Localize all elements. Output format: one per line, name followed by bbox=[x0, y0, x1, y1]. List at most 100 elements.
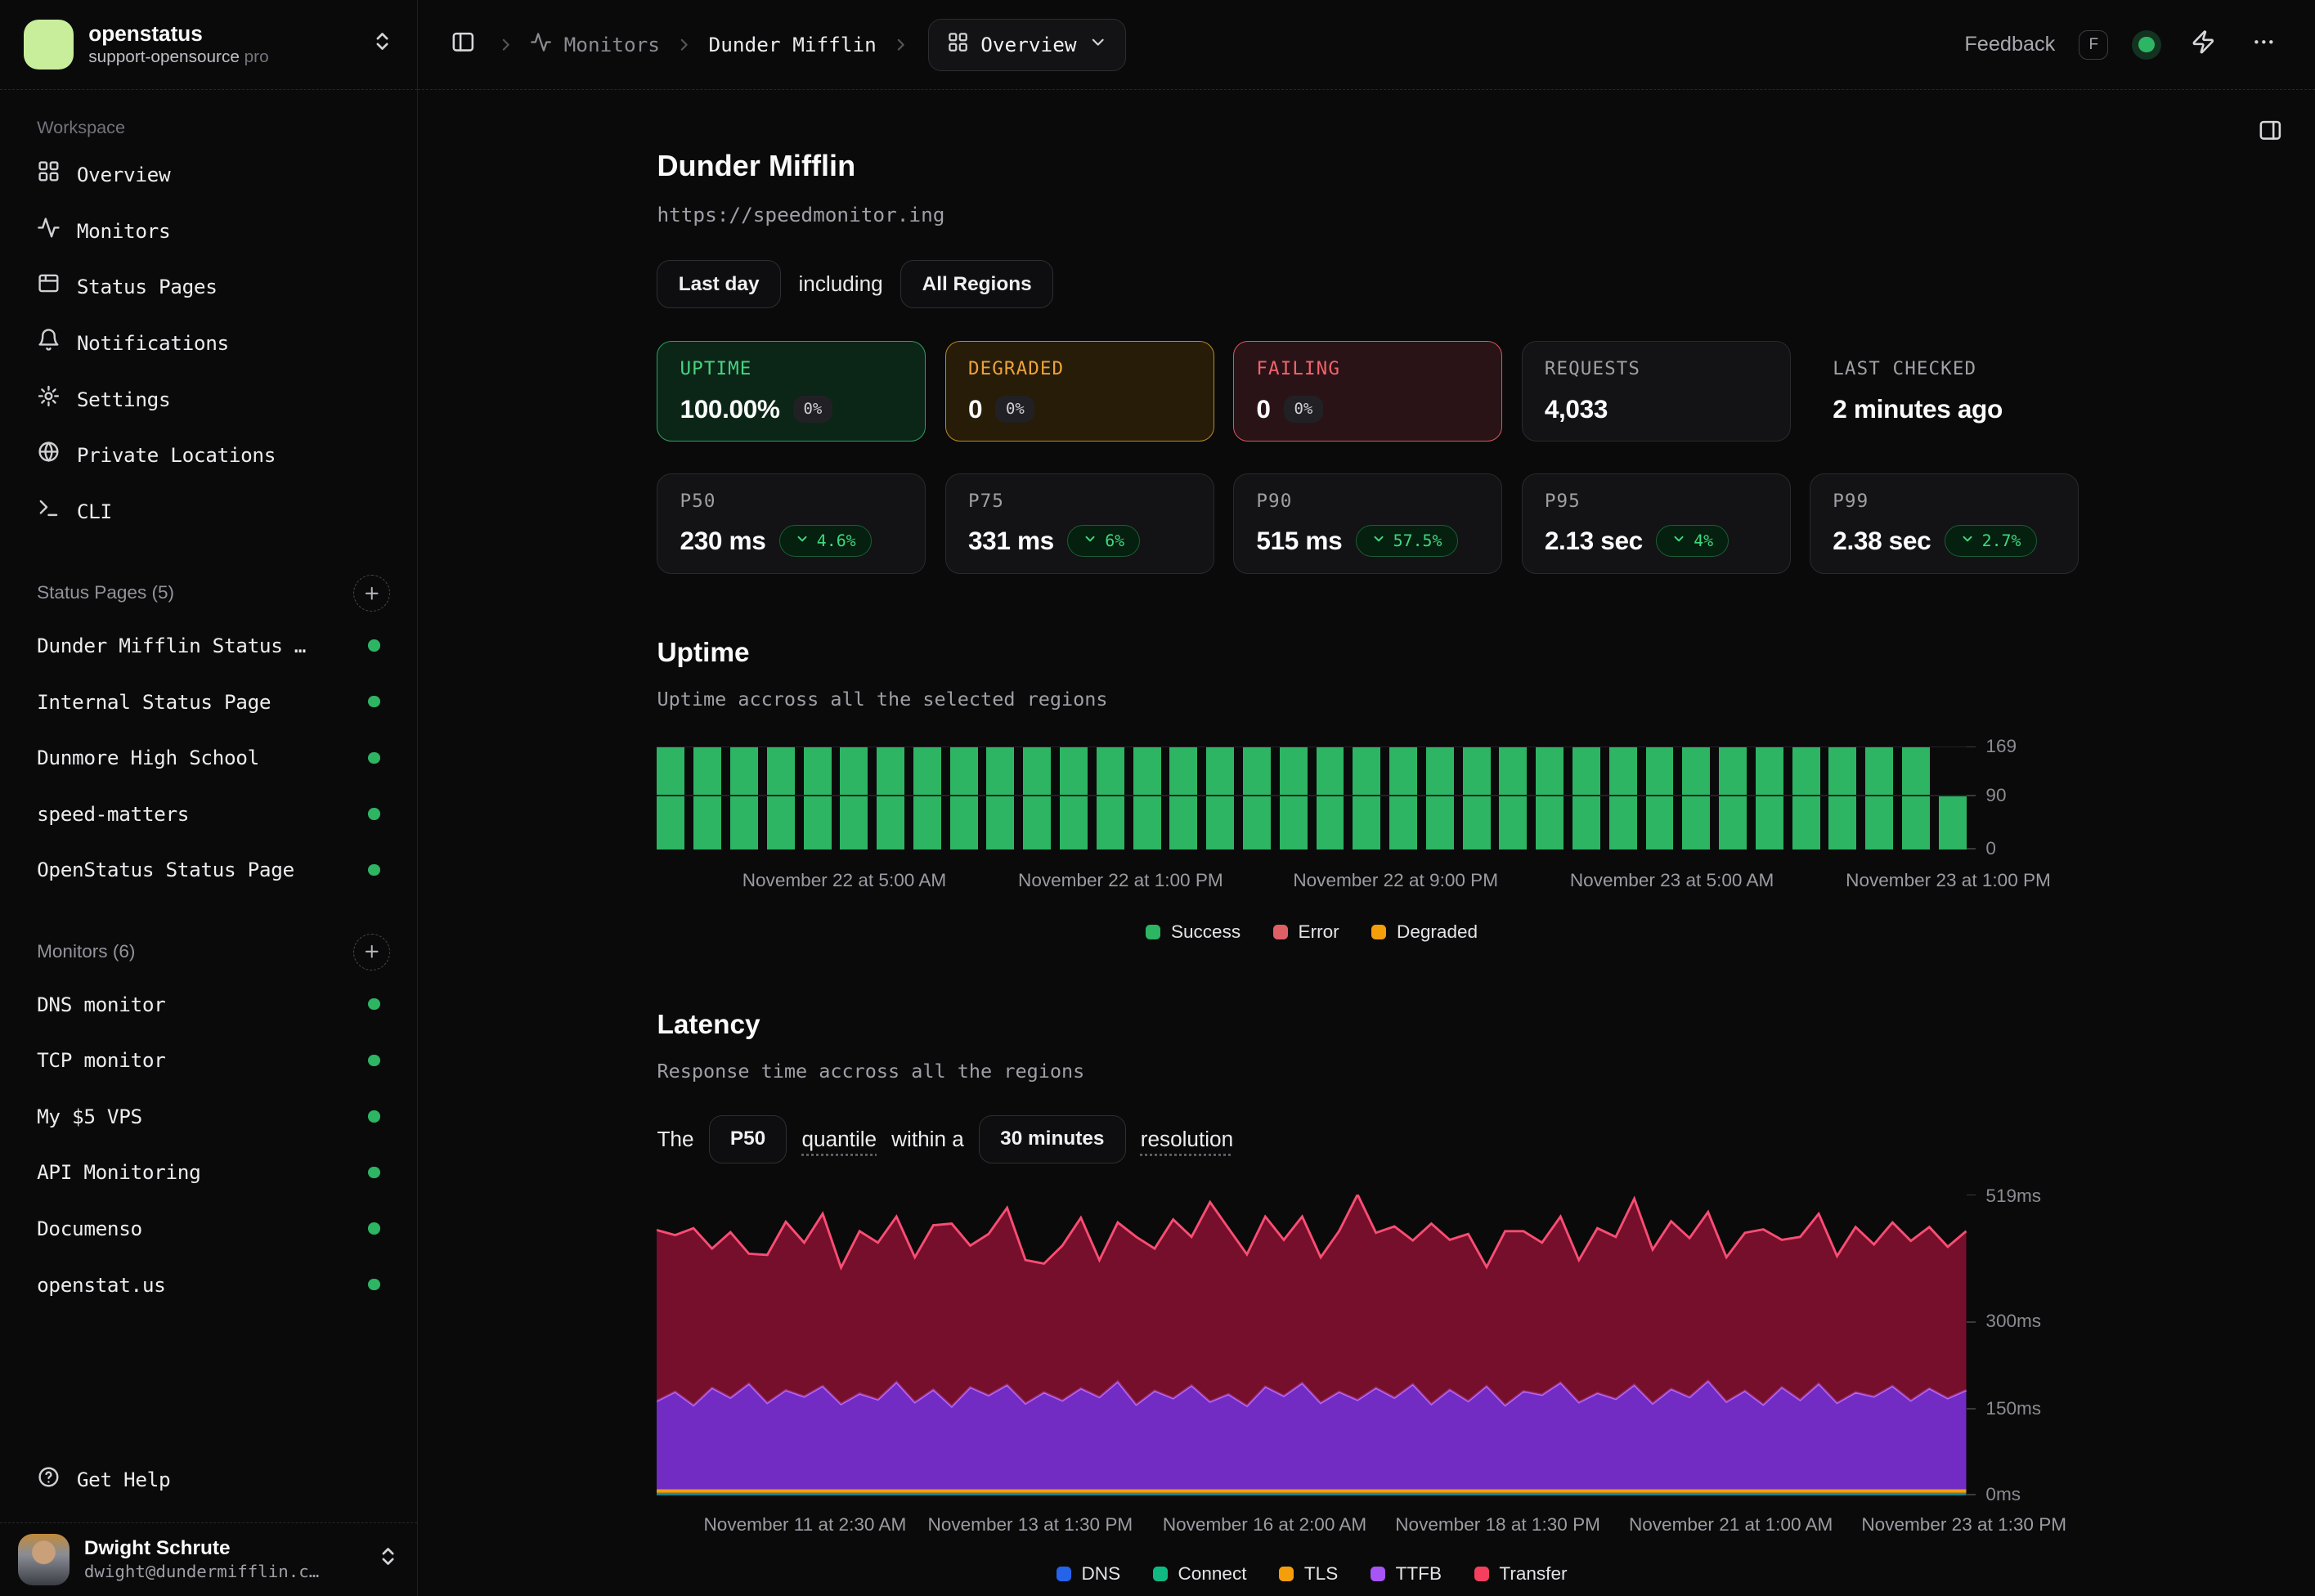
resolution-select[interactable]: 30 minutes bbox=[979, 1115, 1126, 1163]
monitor-item[interactable]: TCP monitor bbox=[24, 1033, 393, 1089]
status-dot bbox=[368, 1222, 379, 1234]
add-status-page-button[interactable] bbox=[353, 575, 390, 612]
nav-section-label: Workspace bbox=[37, 117, 393, 138]
uptime-bar bbox=[1902, 746, 1930, 850]
plan-badge: pro bbox=[245, 47, 269, 66]
uptime-bar-plot[interactable] bbox=[657, 746, 1967, 850]
legend-item: Error bbox=[1273, 921, 1339, 943]
sidebar-item-overview[interactable]: Overview bbox=[24, 146, 393, 203]
regions-button[interactable]: All Regions bbox=[900, 260, 1053, 308]
monitor-url: https://speedmonitor.ing bbox=[657, 203, 2079, 226]
sidebar-item-status-pages[interactable]: Status Pages bbox=[24, 259, 393, 316]
uptime-bar bbox=[877, 746, 904, 850]
uptime-bar bbox=[767, 746, 795, 850]
uptime-bar bbox=[1317, 746, 1344, 850]
uptime-bar bbox=[1023, 746, 1051, 850]
p50-card: P50 230 ms 4.6% bbox=[657, 473, 926, 574]
chevron-right-icon bbox=[496, 35, 515, 54]
filters-row: Last day including All Regions bbox=[657, 260, 2079, 308]
latency-area-plot[interactable] bbox=[657, 1195, 1967, 1495]
monitor-item[interactable]: openstat.us bbox=[24, 1257, 393, 1313]
uptime-bar bbox=[657, 746, 684, 850]
status-dot bbox=[368, 1167, 379, 1178]
sidebar-item-label: Private Locations bbox=[77, 443, 276, 467]
trend-badge: 2.7% bbox=[1945, 525, 2037, 557]
uptime-y-axis: 169 90 0 bbox=[1967, 746, 2079, 850]
chevrons-up-down-icon bbox=[377, 1545, 399, 1574]
status-page-item[interactable]: speed-matters bbox=[24, 786, 393, 842]
uptime-chart: 169 90 0 bbox=[657, 746, 2079, 850]
uptime-bar bbox=[1206, 746, 1234, 850]
view-selector-label: Overview bbox=[980, 33, 1076, 56]
status-page-item[interactable]: Dunder Mifflin Status … bbox=[24, 617, 393, 674]
get-help-button[interactable]: Get Help bbox=[24, 1452, 393, 1509]
breadcrumb-current[interactable]: Dunder Mifflin bbox=[709, 33, 877, 56]
requests-card: REQUESTS 4,033 bbox=[1522, 341, 1791, 442]
monitor-item[interactable]: DNS monitor bbox=[24, 976, 393, 1033]
chevron-down-icon bbox=[1371, 531, 1386, 550]
legend-item: DNS bbox=[1057, 1563, 1120, 1585]
monitor-item[interactable]: Documenso bbox=[24, 1200, 393, 1257]
zap-icon bbox=[2191, 29, 2216, 61]
stat-badge: 0% bbox=[995, 396, 1034, 423]
system-status-indicator[interactable] bbox=[2132, 30, 2161, 60]
grid-icon bbox=[37, 159, 61, 190]
workspace-avatar bbox=[24, 20, 74, 69]
uptime-bar bbox=[1280, 746, 1308, 850]
stat-badge: 0% bbox=[793, 396, 832, 423]
quantile-select[interactable]: P50 bbox=[709, 1115, 787, 1163]
degraded-card: DEGRADED 00% bbox=[945, 341, 1214, 442]
panel-right-icon bbox=[2258, 118, 2283, 149]
help-circle-icon bbox=[37, 1465, 61, 1495]
chevron-down-icon bbox=[1083, 531, 1097, 550]
latency-control-text: The bbox=[657, 1127, 693, 1152]
uptime-bar bbox=[1426, 746, 1454, 850]
right-panel-toggle-button[interactable] bbox=[2251, 112, 2288, 155]
sidebar-item-notifications[interactable]: Notifications bbox=[24, 315, 393, 371]
uptime-legend: Success Error Degraded bbox=[657, 921, 1966, 943]
main-area: Monitors Dunder Mifflin Overview Feedbac… bbox=[418, 0, 2315, 1596]
panel-left-icon bbox=[451, 29, 476, 61]
sidebar-item-private-locations[interactable]: Private Locations bbox=[24, 427, 393, 483]
monitors-section: Monitors (6) DNS monitor TCP monitor My … bbox=[24, 934, 393, 1313]
sidebar-item-settings[interactable]: Settings bbox=[24, 371, 393, 428]
monitor-item[interactable]: API Monitoring bbox=[24, 1145, 393, 1201]
sidebar-item-monitors[interactable]: Monitors bbox=[24, 203, 393, 259]
latency-section-subtitle: Response time accross all the regions bbox=[657, 1060, 2079, 1083]
add-monitor-button[interactable] bbox=[353, 934, 390, 971]
user-menu[interactable]: Dwight Schrute dwight@dundermifflin.c… bbox=[0, 1522, 417, 1595]
workspace-meta: openstatus support-opensource pro bbox=[88, 21, 357, 69]
latency-x-axis: November 11 at 2:30 AM November 13 at 1:… bbox=[657, 1514, 1966, 1536]
monitor-item[interactable]: My $5 VPS bbox=[24, 1088, 393, 1145]
time-range-button[interactable]: Last day bbox=[657, 260, 780, 308]
ellipsis-icon bbox=[2251, 29, 2277, 61]
sidebar-item-label: Notifications bbox=[77, 331, 229, 355]
quantile-label: quantile bbox=[801, 1127, 877, 1152]
legend-item: Transfer bbox=[1474, 1563, 1568, 1585]
status-page-item[interactable]: OpenStatus Status Page bbox=[24, 842, 393, 899]
trend-badge: 4.6% bbox=[779, 525, 872, 557]
latency-chart: 519ms 300ms 150ms 0ms bbox=[657, 1195, 2079, 1495]
uptime-bar bbox=[1572, 746, 1600, 850]
uptime-bar bbox=[1646, 746, 1674, 850]
view-selector-button[interactable]: Overview bbox=[928, 19, 1126, 71]
resolution-label: resolution bbox=[1141, 1127, 1233, 1152]
status-page-item[interactable]: Dunmore High School bbox=[24, 729, 393, 786]
uptime-bar bbox=[693, 746, 721, 850]
more-menu-button[interactable] bbox=[2245, 24, 2282, 66]
sidebar-toggle-button[interactable] bbox=[444, 24, 481, 66]
feedback-button[interactable]: Feedback bbox=[1964, 33, 2055, 56]
uptime-bar bbox=[1169, 746, 1197, 850]
sidebar-item-cli[interactable]: CLI bbox=[24, 483, 393, 540]
latency-section-title: Latency bbox=[657, 1010, 2079, 1041]
uptime-bar bbox=[1389, 746, 1417, 850]
chevron-down-icon bbox=[1960, 531, 1975, 550]
breadcrumb-monitors[interactable]: Monitors bbox=[530, 31, 660, 58]
status-page-item[interactable]: Internal Status Page bbox=[24, 674, 393, 730]
stats-row: UPTIME 100.00%0% DEGRADED 00% FAILING 00… bbox=[657, 341, 2079, 442]
workspace-switcher[interactable]: openstatus support-opensource pro bbox=[0, 0, 417, 90]
p95-card: P95 2.13 sec 4% bbox=[1522, 473, 1791, 574]
trend-badge: 6% bbox=[1067, 525, 1140, 557]
status-pages-section: Status Pages (5) Dunder Mifflin Status …… bbox=[24, 575, 393, 898]
command-menu-button[interactable] bbox=[2185, 24, 2222, 66]
